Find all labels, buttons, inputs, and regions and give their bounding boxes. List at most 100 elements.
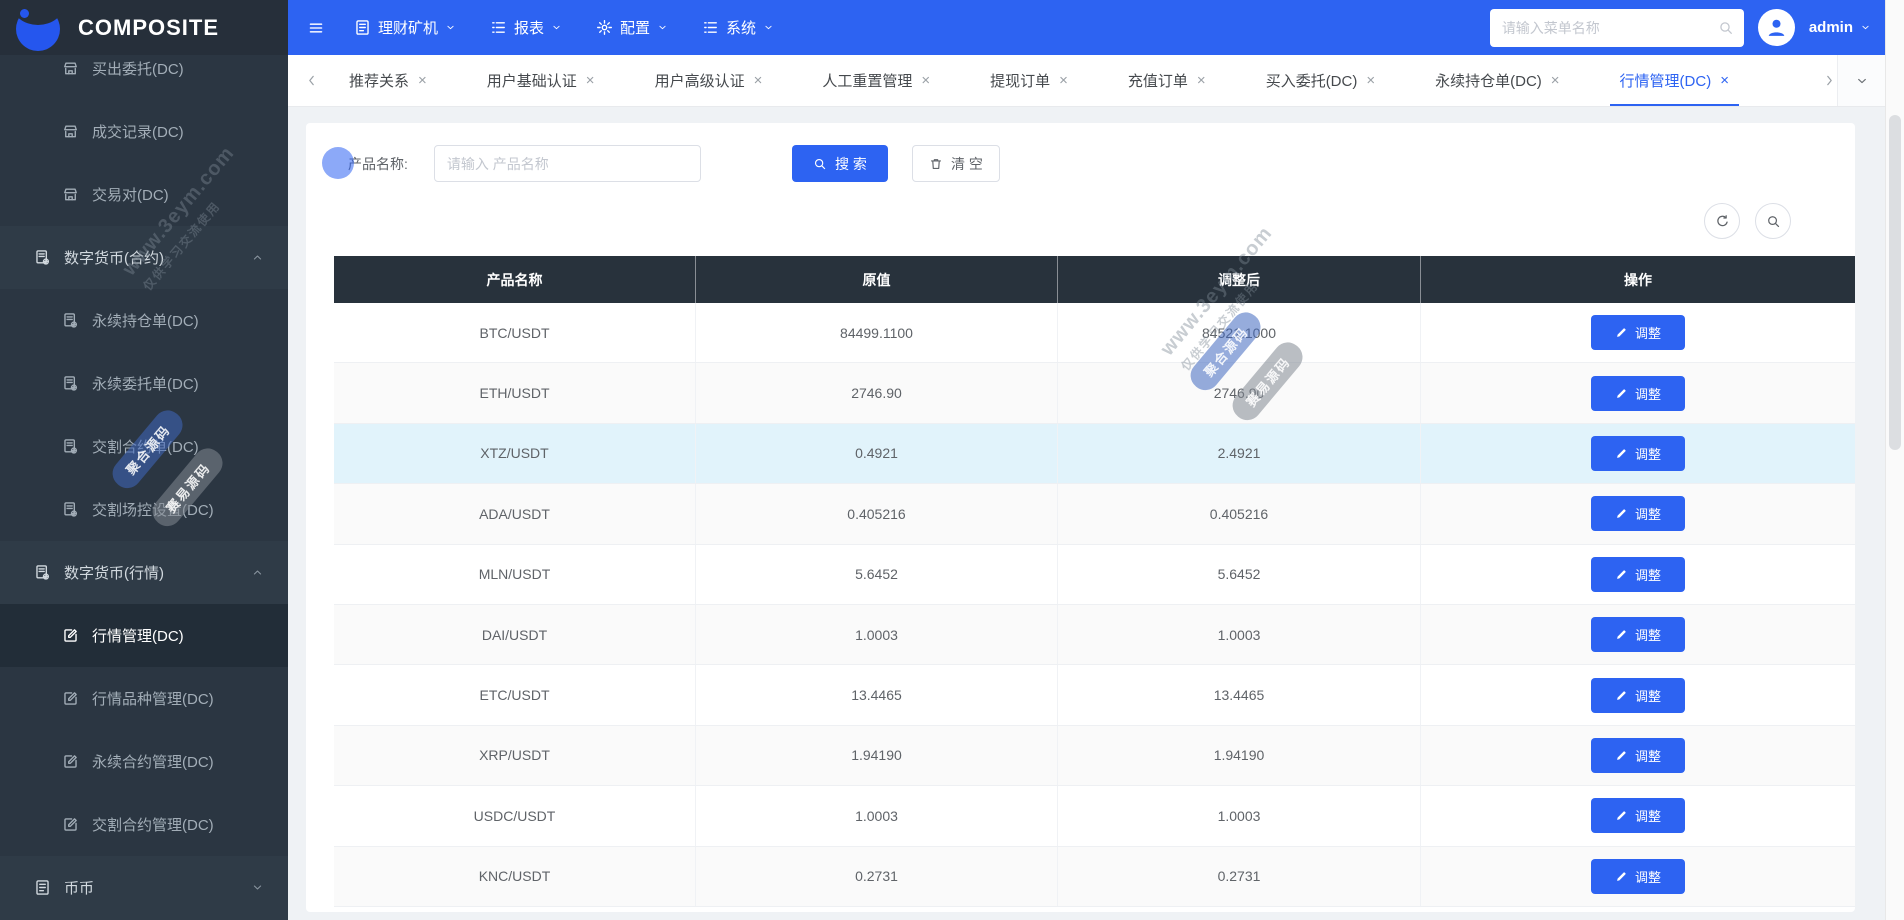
search-icon [1718,20,1734,36]
cell-action: 调整 [1421,424,1855,483]
nav-menu-1[interactable]: 报表 [490,17,562,38]
adjust-button[interactable]: 调整 [1591,496,1685,531]
sidebar-item-4[interactable]: 永续持仓单(DC) [0,289,288,352]
adjust-button[interactable]: 调整 [1591,436,1685,471]
tab-4[interactable]: 提现订单 × [960,55,1098,106]
adjust-button[interactable]: 调整 [1591,617,1685,652]
close-icon[interactable]: × [1720,73,1729,88]
tab-label: 提现订单 [990,70,1050,91]
table-tools [1704,203,1791,239]
nav-menu-label: 配置 [620,17,650,38]
adjust-button[interactable]: 调整 [1591,376,1685,411]
pencil-icon [1615,749,1628,762]
tab-1[interactable]: 用户基础认证 × [457,55,625,106]
tab-label: 推荐关系 [349,70,409,91]
cell-adjusted-value: 2.4921 [1058,424,1421,483]
menu-search-box [1490,9,1744,47]
close-icon[interactable]: × [921,73,930,88]
sidebar-item-10[interactable]: 行情品种管理(DC) [0,667,288,730]
tabs-dropdown-button[interactable] [1837,55,1885,106]
adjust-button[interactable]: 调整 [1591,738,1685,773]
tab-6[interactable]: 买入委托(DC)× [1236,55,1405,106]
sidebar-item-3[interactable]: 数字货币(合约) [0,226,288,289]
table-body: BTC/USDT84499.110084521.1000调整ETH/USDT27… [334,303,1855,907]
scrollbar-thumb[interactable] [1889,115,1901,450]
hamburger-button[interactable] [308,20,324,36]
tab-8[interactable]: 行情管理(DC)× [1590,55,1759,106]
sidebar-item-11[interactable]: 永续合约管理(DC) [0,730,288,793]
sidebar-item-5[interactable]: 永续委托单(DC) [0,352,288,415]
sidebar-item-12[interactable]: 交割合约管理(DC) [0,793,288,856]
close-icon[interactable]: × [1551,73,1560,88]
clear-button[interactable]: 清 空 [912,145,1000,182]
table-row: USDC/USDT1.00031.0003调整 [334,786,1855,846]
chevron-down-icon [445,22,456,33]
sidebar-item-0[interactable]: 买出委托(DC) [0,55,288,100]
tab-5[interactable]: 充值订单× [1098,55,1236,106]
tabs-scroll-right-button[interactable] [1822,73,1837,88]
open-tabs: 推荐关系×用户基础认证×用户高级认证×人工重置管理×提现订单×充值订单×买入委托… [319,55,1822,106]
cell-adjusted-value: 2746.90 [1058,363,1421,422]
close-icon[interactable]: × [754,73,763,88]
close-icon[interactable]: × [418,73,427,88]
user-avatar[interactable] [1758,9,1795,46]
column-search-button[interactable] [1755,203,1791,239]
table-header-cell: 产品名称 [334,256,696,303]
search-icon [1766,214,1781,229]
nav-menu-3[interactable]: 系统 [702,17,774,38]
sidebar-item-label: 数字货币(行情) [64,562,164,583]
sidebar-item-label: 买出委托(DC) [92,58,184,79]
sidebar-item-label: 行情品种管理(DC) [92,688,214,709]
tab-0[interactable]: 推荐关系 × [319,55,457,106]
close-icon[interactable]: × [1059,73,1068,88]
adjust-button[interactable]: 调整 [1591,557,1685,592]
table-row: ADA/USDT0.4052160.405216调整 [334,484,1855,544]
user-menu[interactable]: admin [1809,19,1871,36]
sidebar-item-label: 数字货币(合约) [64,247,164,268]
tab-2[interactable]: 用户高级认证× [625,55,793,106]
adjust-button[interactable]: 调整 [1591,678,1685,713]
chevron-right-icon [1822,73,1837,88]
sidebar-item-label: 交割场控设置(DC) [92,499,214,520]
hamburger-icon [308,20,324,36]
adjust-button[interactable]: 调整 [1591,315,1685,350]
sidebar-item-2[interactable]: 交易对(DC) [0,163,288,226]
pencil-icon [1615,507,1628,520]
sidebar-item-7[interactable]: 交割场控设置(DC) [0,478,288,541]
menu-search-input[interactable] [1502,20,1708,36]
nav-menu-0[interactable]: 理财矿机 [354,17,456,38]
tabs-scroll-left-button[interactable] [304,73,319,88]
brand-name: COMPOSITE [78,15,219,41]
gear-icon [596,19,613,36]
nav-menu-label: 理财矿机 [378,17,438,38]
cell-original-value: 0.2731 [696,847,1058,906]
tab-3[interactable]: 人工重置管理× [792,55,960,106]
sidebar-item-13[interactable]: 币币 [0,856,288,919]
table-row: MLN/USDT5.64525.6452调整 [334,545,1855,605]
product-name-input[interactable] [434,145,701,182]
search-button[interactable]: 搜 索 [792,145,888,182]
close-icon[interactable]: × [1197,73,1206,88]
adjust-button[interactable]: 调整 [1591,859,1685,894]
sidebar-item-8[interactable]: 数字货币(行情) [0,541,288,604]
table-row: ETC/USDT13.446513.4465调整 [334,665,1855,725]
cell-action: 调整 [1421,665,1855,724]
close-icon[interactable]: × [1366,73,1375,88]
search-icon [813,157,827,171]
close-icon[interactable]: × [586,73,595,88]
cell-original-value: 1.0003 [696,605,1058,664]
nav-menu-2[interactable]: 配置 [596,17,668,38]
sidebar-item-9[interactable]: 行情管理(DC) [0,604,288,667]
adjust-button[interactable]: 调整 [1591,798,1685,833]
sidebar-item-6[interactable]: 交割合约单(DC) [0,415,288,478]
cell-adjusted-value: 84521.1000 [1058,303,1421,362]
chevron-left-icon [304,73,319,88]
sidebar-item-1[interactable]: 成交记录(DC) [0,100,288,163]
nav-menu-label: 系统 [726,17,756,38]
cell-original-value: 1.94190 [696,726,1058,785]
cell-action: 调整 [1421,726,1855,785]
top-nav-menus: 理财矿机 报表 配置 系统 [354,17,774,38]
refresh-button[interactable] [1704,203,1740,239]
tab-7[interactable]: 永续持仓单(DC)× [1405,55,1589,106]
tab-label: 用户基础认证 [487,70,577,91]
